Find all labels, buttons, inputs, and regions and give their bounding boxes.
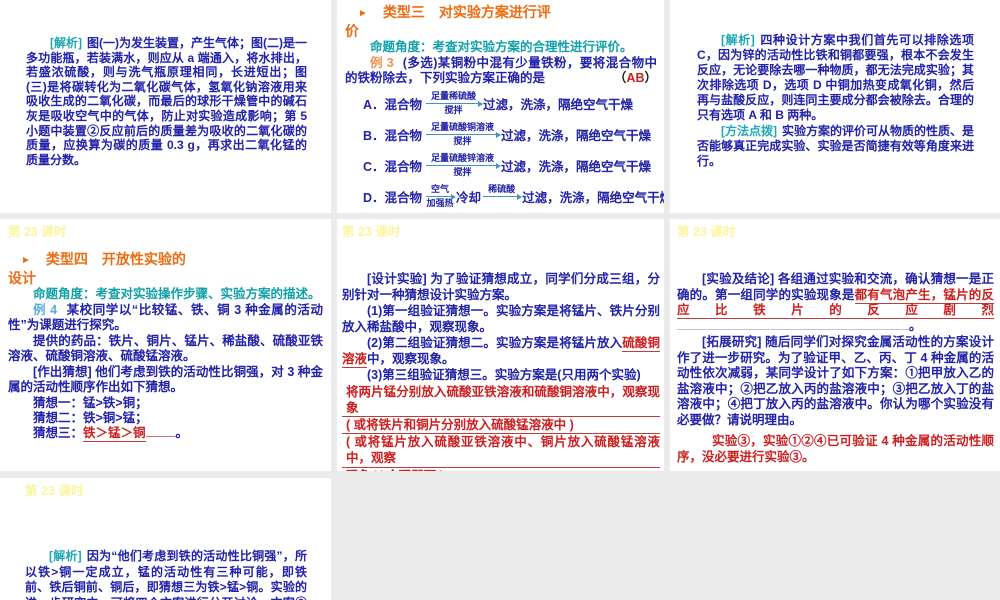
example3-stem: 例 3 (多选)某铜粉中混有少量铁粉，要将混合物中的铁粉除去，下列实验方案正确的是…: [345, 56, 657, 87]
slide-thumb-design-experiment[interactable]: 第 23 课时 [设计实验] 为了验证猜想成立，同学们分成三组，分别针对一种猜想…: [337, 219, 664, 471]
extension-paragraph: [拓展研究] 随后同学们对探究金属活动性的方案设计作了进一步研究。为了验证甲、乙…: [677, 335, 994, 428]
option-a-post: 过滤，洗涤，隔绝空气干燥: [483, 97, 634, 112]
option-c-post: 过滤，洗涤，隔绝空气干燥: [501, 159, 652, 174]
guess-2: 猜想二：铁>铜>锰；: [33, 410, 148, 425]
conclusion-label: [实验及结论]: [702, 272, 775, 286]
step-2-pre: (2)第二组验证猜想二。实验方案是将锰片放入: [367, 336, 623, 350]
analysis-paragraph: [解析] 四种设计方案中我们首先可以排除选项C，因为锌的活动性比铁和铜都要强，根本…: [697, 33, 974, 123]
option-d-mid: 冷却: [456, 190, 482, 205]
answer-badge: （AB）: [614, 71, 657, 87]
reagents-paragraph: 提供的药品：铁片、铜片、锰片、稀盐酸、硫酸亚铁溶液、硫酸铜溶液、硫酸锰溶液。: [8, 333, 323, 364]
guess-3-answer: 铁＞锰＞铜: [83, 426, 146, 443]
analysis-label: [解析]: [721, 33, 755, 47]
arrow-bottom-label: 搅拌: [444, 104, 463, 115]
arrow-top-label: 足量硫酸锌溶液: [426, 153, 502, 169]
example3-label: 例 3: [370, 55, 394, 70]
guess-1: 猜想一：锰>铁>铜；: [33, 395, 148, 410]
option-d-pre: D．混合物: [363, 190, 423, 205]
option-b-post: 过滤，洗涤，隔绝空气干燥: [501, 128, 652, 143]
answer-line-4: 现象 )( 合理即可 )。: [342, 468, 660, 471]
step-1: (1)第一组验证猜想一。实验方案是将锰片、铁片分别放入稀盐酸中，观察现象。: [342, 304, 660, 334]
option-b: B．混合物 足量硫酸铜溶液 搅拌 过滤，洗涤，隔绝空气干燥: [345, 120, 657, 149]
answer-paren-open: （: [613, 71, 627, 85]
answer-line-4-text: 现象 )( 合理即可 ): [342, 468, 647, 471]
guess-paragraph: [作出猜想] 他们考虑到铁的活动性比铜强，对 3 种金属的活动性顺序作出如下猜想…: [8, 365, 323, 396]
example4-stem: 例 4 某校同学以“比较锰、铁、铜 3 种金属的活动性”为课题进行探究。: [8, 303, 323, 334]
type3-title-text: 类型三 对实验方案进行评价: [345, 4, 551, 39]
guess-3: 猜想三：铁＞锰＞铜 。: [8, 426, 323, 443]
answer-blank-line: [145, 428, 176, 438]
arrow-top-label: 稀硫酸: [483, 184, 523, 200]
reaction-arrow: 足量硫酸锌溶液 搅拌: [426, 153, 502, 178]
type3-title: ► 类型三 对实验方案进行评价: [345, 4, 559, 39]
design-paragraph: [设计实验] 为了验证猜想成立，同学们分成三组，分别针对一种猜想设计实验方案。: [342, 272, 660, 303]
option-a: A．混合物 足量稀硫酸 搅拌 过滤，洗涤，隔绝空气干燥: [345, 89, 657, 118]
extension-label: [拓展研究]: [702, 335, 762, 349]
arrow-bottom-label: 搅拌: [453, 166, 472, 177]
lesson-header: 第 23 课时: [342, 225, 401, 239]
analysis-label: [解析]: [50, 36, 82, 50]
arrow-top-label: 足量硫酸铜溶液: [426, 122, 502, 138]
slide-sorter-grid: [解析] 图(一)为发生装置，产生气体；图(二)是一多功能瓶，若装满水，则应从 a…: [0, 0, 1000, 600]
step-2-post: 中，观察现象。: [367, 351, 455, 366]
analysis-label: [解析]: [49, 549, 82, 563]
lesson-header: 第 23 课时: [677, 225, 736, 239]
arrow-bottom-label: 加强热: [426, 197, 454, 208]
option-b-pre: B．混合物: [363, 128, 423, 143]
answer-line-2: ( 或将铁片和铜片分别放入硫酸锰溶液中 ): [342, 417, 660, 435]
conclusion-period: 。: [909, 318, 922, 333]
type3-angle: 命题角度：考查对实验方案的合理性进行评价。: [370, 40, 633, 54]
conclusion-paragraph: [实验及结论] 各组通过实验和交流，确认猜想一是正确的。第一组同学的实验现象是都…: [677, 272, 994, 334]
option-c-pre: C．混合物: [363, 159, 423, 174]
answer-line-1: 将两片锰分别放入硫酸亚铁溶液和硫酸铜溶液中，观察现象: [342, 384, 660, 417]
slide-thumb-type4-analysis[interactable]: 第 23 课时 [解析] 因为“他们考虑到铁的活动性比铜强”，所以铁>铜一定成立，…: [0, 478, 331, 600]
lesson-header: 第 23 课时: [8, 225, 67, 239]
analysis-text: 图(一)为发生装置，产生气体；图(二)是一多功能瓶，若装满水，则应从 a 端通入…: [26, 36, 307, 167]
option-d-post: 过滤，洗涤，隔绝空气干燥: [522, 190, 664, 205]
type4-title-text: 类型四 开放性实验的设计: [8, 251, 186, 286]
reaction-arrow: 空气 加强热: [426, 184, 457, 209]
option-d: D．混合物 空气 加强热 冷却 稀硫酸 过滤，洗涤，隔绝空气干燥: [345, 182, 664, 211]
design-label: [设计实验]: [367, 272, 427, 286]
slide-thumb-conclusion-extension[interactable]: 第 23 课时 [实验及结论] 各组通过实验和交流，确认猜想一是正确的。第一组同…: [670, 219, 1000, 471]
answer-blank-line: [677, 320, 909, 330]
method-tip-label: [方法点拨]: [721, 124, 777, 138]
step-2: (2)第二组验证猜想二。实验方案是将锰片放入硫酸铜溶液中，观察现象。: [342, 336, 660, 368]
reaction-arrow: 稀硫酸: [483, 184, 523, 209]
slide-thumb-analysis-gas[interactable]: [解析] 图(一)为发生装置，产生气体；图(二)是一多功能瓶，若装满水，则应从 a…: [0, 0, 331, 213]
type4-title: ► 类型四 开放性实验的设计: [8, 251, 196, 286]
extension-answer: 实验③，实验①②④已可验证 4 种金属的活动性顺序，没必要进行实验③。: [677, 434, 994, 464]
option-a-pre: A．混合物: [363, 97, 423, 112]
triangle-bullet-icon: ►: [358, 8, 368, 19]
lesson-header: 第 23 课时: [25, 484, 84, 498]
guess-label: [作出猜想]: [33, 364, 92, 379]
guess-3-period: 。: [175, 426, 189, 441]
answer-line-3: ( 或将锰片放入硫酸亚铁溶液中、铜片放入硫酸锰溶液中，观察: [342, 434, 660, 468]
reaction-arrow: 足量稀硫酸 搅拌: [426, 91, 484, 116]
answer-paren-close: ）: [644, 71, 657, 85]
step-3: (3)第三组验证猜想三。实验方案是(只用两个实验): [367, 368, 641, 382]
slide-thumb-type3-analysis[interactable]: [解析] 四种设计方案中我们首先可以排除选项C，因为锌的活动性比铁和铜都要强，根本…: [670, 0, 1000, 213]
analysis-paragraph: [解析] 图(一)为发生装置，产生气体；图(二)是一多功能瓶，若装满水，则应从 a…: [26, 36, 307, 167]
answer-period: 。: [647, 469, 660, 471]
answer-letters: AB: [626, 71, 645, 85]
triangle-bullet-icon: ►: [21, 255, 31, 266]
slide-thumb-type4-question[interactable]: 第 23 课时 ► 类型四 开放性实验的设计 命题角度：考查对实验操作步骤、实验方…: [0, 219, 331, 471]
arrow-top-label: 足量稀硫酸: [426, 91, 484, 107]
method-tip-paragraph: [方法点拨] 实验方案的评价可从物质的性质、是否能够真正完成实验、实验是否简捷有效…: [697, 124, 974, 169]
type4-angle: 命题角度：考查对实验操作步骤、实验方案的描述。: [33, 287, 321, 301]
example4-label: 例 4: [33, 302, 58, 317]
guess-3-pre: 猜想三：: [33, 426, 84, 441]
analysis-paragraph: [解析] 因为“他们考虑到铁的活动性比铜强”，所以铁>铜一定成立，锰的活动性有三种…: [25, 549, 307, 600]
arrow-bottom-label: 搅拌: [453, 135, 472, 146]
option-c: C．混合物 足量硫酸锌溶液 搅拌 过滤，洗涤，隔绝空气干燥: [345, 151, 657, 180]
arrow-top-label: 空气: [426, 184, 457, 200]
reaction-arrow: 足量硫酸铜溶液 搅拌: [426, 122, 502, 147]
slide-thumb-type3-question[interactable]: ► 类型三 对实验方案进行评价 命题角度：考查对实验方案的合理性进行评价。 例 3…: [337, 0, 664, 213]
